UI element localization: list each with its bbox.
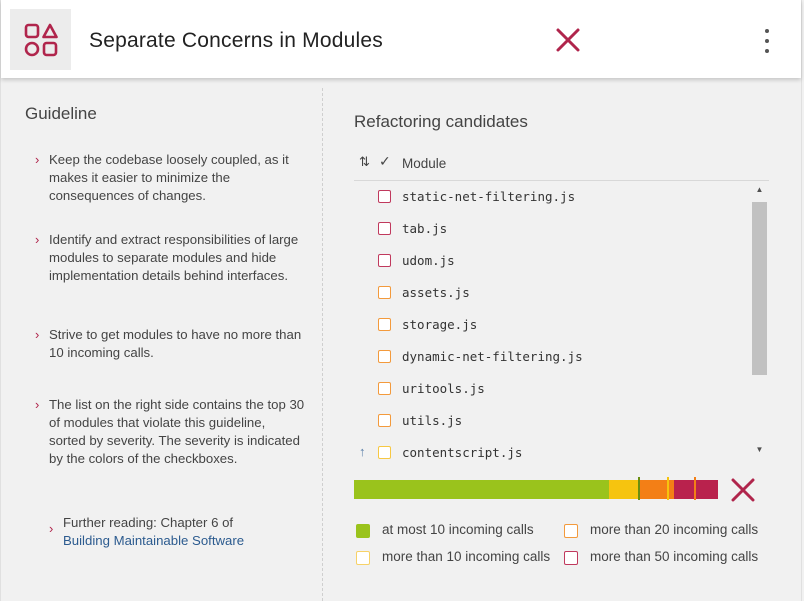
legend-swatch: [564, 551, 578, 565]
severity-bar: [354, 480, 718, 499]
list-item[interactable]: assets.js: [354, 277, 750, 309]
list-item[interactable]: static-net-filtering.js: [354, 181, 750, 213]
guideline-item-text: Identify and extract responsibilities of…: [49, 232, 299, 283]
list-item[interactable]: tab.js: [354, 213, 750, 245]
list-item[interactable]: utils.js: [354, 405, 750, 437]
sort-icon[interactable]: ⇅: [359, 154, 370, 170]
book-link[interactable]: Building Maintainable Software: [63, 533, 244, 548]
guideline-item-text: Strive to get modules to have no more th…: [49, 327, 302, 360]
legend-swatch: [564, 524, 578, 538]
severity-segment-moderate: [608, 480, 638, 499]
guideline-item: › Strive to get modules to have no more …: [35, 326, 305, 362]
severity-checkbox[interactable]: [378, 414, 391, 427]
check-icon[interactable]: ✓: [379, 153, 391, 170]
guideline-item: › Keep the codebase loosely coupled, as …: [35, 151, 305, 205]
guideline-item-text: The list on the right side contains the …: [49, 397, 305, 466]
modules-grid-icon: [10, 9, 71, 70]
severity-checkbox[interactable]: [378, 286, 391, 299]
guideline-heading: Guideline: [25, 104, 97, 123]
guideline-item-text: Keep the codebase loosely coupled, as it…: [49, 152, 289, 203]
severity-checkbox[interactable]: [378, 318, 391, 331]
module-name: uritools.js: [402, 381, 485, 396]
legend-label: more than 20 incoming calls: [590, 522, 759, 537]
page-title: Separate Concerns in Modules: [89, 29, 383, 52]
module-name: contentscript.js: [402, 445, 523, 460]
column-header: ⇅ ✓ Module: [354, 150, 769, 181]
legend-label: at most 10 incoming calls: [382, 522, 534, 537]
module-name: udom.js: [402, 253, 455, 268]
close-icon[interactable]: [730, 478, 756, 502]
module-name: assets.js: [402, 285, 470, 300]
module-name: storage.js: [402, 317, 478, 332]
legend-label: more than 10 incoming calls: [382, 549, 551, 564]
close-icon[interactable]: [554, 26, 582, 54]
chevron-right-icon: ›: [35, 232, 40, 247]
severity-checkbox[interactable]: [378, 382, 391, 395]
severity-marker: [667, 477, 669, 500]
severity-checkbox[interactable]: [378, 446, 391, 459]
scrollbar[interactable]: ▲ ▼: [751, 181, 768, 458]
scroll-down-arrow-icon[interactable]: ▼: [751, 441, 768, 458]
module-name: dynamic-net-filtering.js: [402, 349, 583, 364]
chevron-right-icon: ›: [35, 327, 40, 342]
chevron-right-icon: ›: [35, 397, 40, 412]
module-name: tab.js: [402, 221, 448, 236]
legend-swatch: [356, 524, 370, 538]
severity-segment-low: [354, 480, 609, 499]
chevron-right-icon: ›: [35, 152, 40, 167]
further-reading-text: Further reading: Chapter 6 of: [63, 515, 234, 530]
arrow-up-icon: ↑: [359, 444, 366, 459]
candidates-list: static-net-filtering.js tab.js udom.js a…: [354, 181, 750, 464]
window: Separate Concerns in Modules Guideline ›…: [0, 0, 802, 601]
further-reading: › Further reading: Chapter 6 of Building…: [49, 514, 323, 550]
column-label-module: Module: [402, 156, 447, 171]
legend-swatch: [356, 551, 370, 565]
module-name: utils.js: [402, 413, 463, 428]
severity-checkbox[interactable]: [378, 350, 391, 363]
scroll-thumb[interactable]: [752, 202, 767, 375]
guideline-item: › The list on the right side contains th…: [35, 396, 305, 468]
severity-checkbox[interactable]: [378, 222, 391, 235]
list-item[interactable]: udom.js: [354, 245, 750, 277]
list-item[interactable]: storage.js: [354, 309, 750, 341]
scroll-up-arrow-icon[interactable]: ▲: [751, 181, 768, 198]
legend-label: more than 50 incoming calls: [590, 549, 759, 564]
list-item[interactable]: uritools.js: [354, 373, 750, 405]
header: Separate Concerns in Modules: [1, 0, 801, 78]
severity-marker: [694, 477, 696, 500]
severity-checkbox[interactable]: [378, 190, 391, 203]
module-name: static-net-filtering.js: [402, 189, 576, 204]
severity-marker: [638, 477, 640, 500]
list-item[interactable]: dynamic-net-filtering.js: [354, 341, 750, 373]
severity-checkbox[interactable]: [378, 254, 391, 267]
guideline-item: › Identify and extract responsibilities …: [35, 231, 305, 285]
list-item[interactable]: ↑ contentscript.js: [354, 437, 750, 464]
severity-segment-very-high: [674, 480, 718, 499]
kebab-menu-icon[interactable]: [759, 29, 775, 53]
chevron-right-icon: ›: [49, 521, 54, 536]
candidates-heading: Refactoring candidates: [354, 112, 528, 131]
